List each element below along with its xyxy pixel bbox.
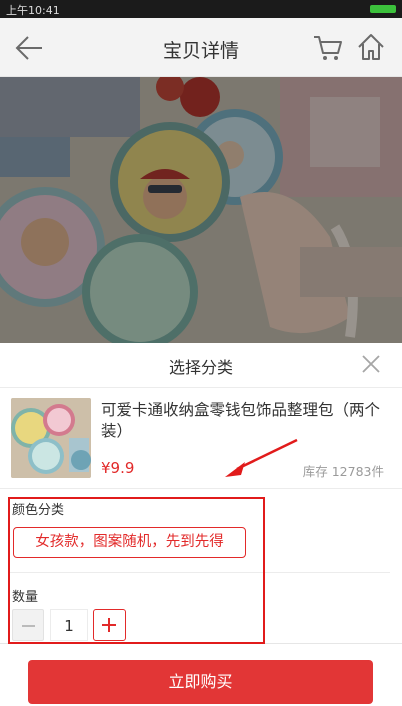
top-bar: 宝贝详情	[0, 18, 402, 77]
status-time: 上午10:41	[6, 4, 60, 17]
cart-icon[interactable]	[313, 34, 343, 62]
annotation-arrow-icon	[225, 438, 298, 477]
sheet-title: 选择分类	[168, 358, 233, 377]
product-image	[0, 77, 402, 343]
battery-icon	[370, 5, 396, 13]
annotation-highlight-box	[8, 497, 265, 644]
product-summary: 可爱卡通收纳盒零钱包饰品整理包（两个装） ¥9.9 库存 12783件	[0, 388, 402, 489]
home-icon[interactable]	[356, 32, 386, 62]
buy-now-button[interactable]: 立即购买	[28, 660, 373, 704]
buy-bar: 立即购买	[0, 643, 402, 706]
status-bar: 上午10:41	[0, 0, 402, 18]
sheet-header: 选择分类	[0, 343, 402, 388]
stock-count: 库存 12783件	[302, 464, 384, 479]
product-thumbnail	[11, 398, 91, 478]
close-icon[interactable]	[360, 353, 382, 375]
modal-dim-overlay[interactable]	[0, 77, 402, 343]
product-price: ¥9.9	[101, 459, 135, 477]
